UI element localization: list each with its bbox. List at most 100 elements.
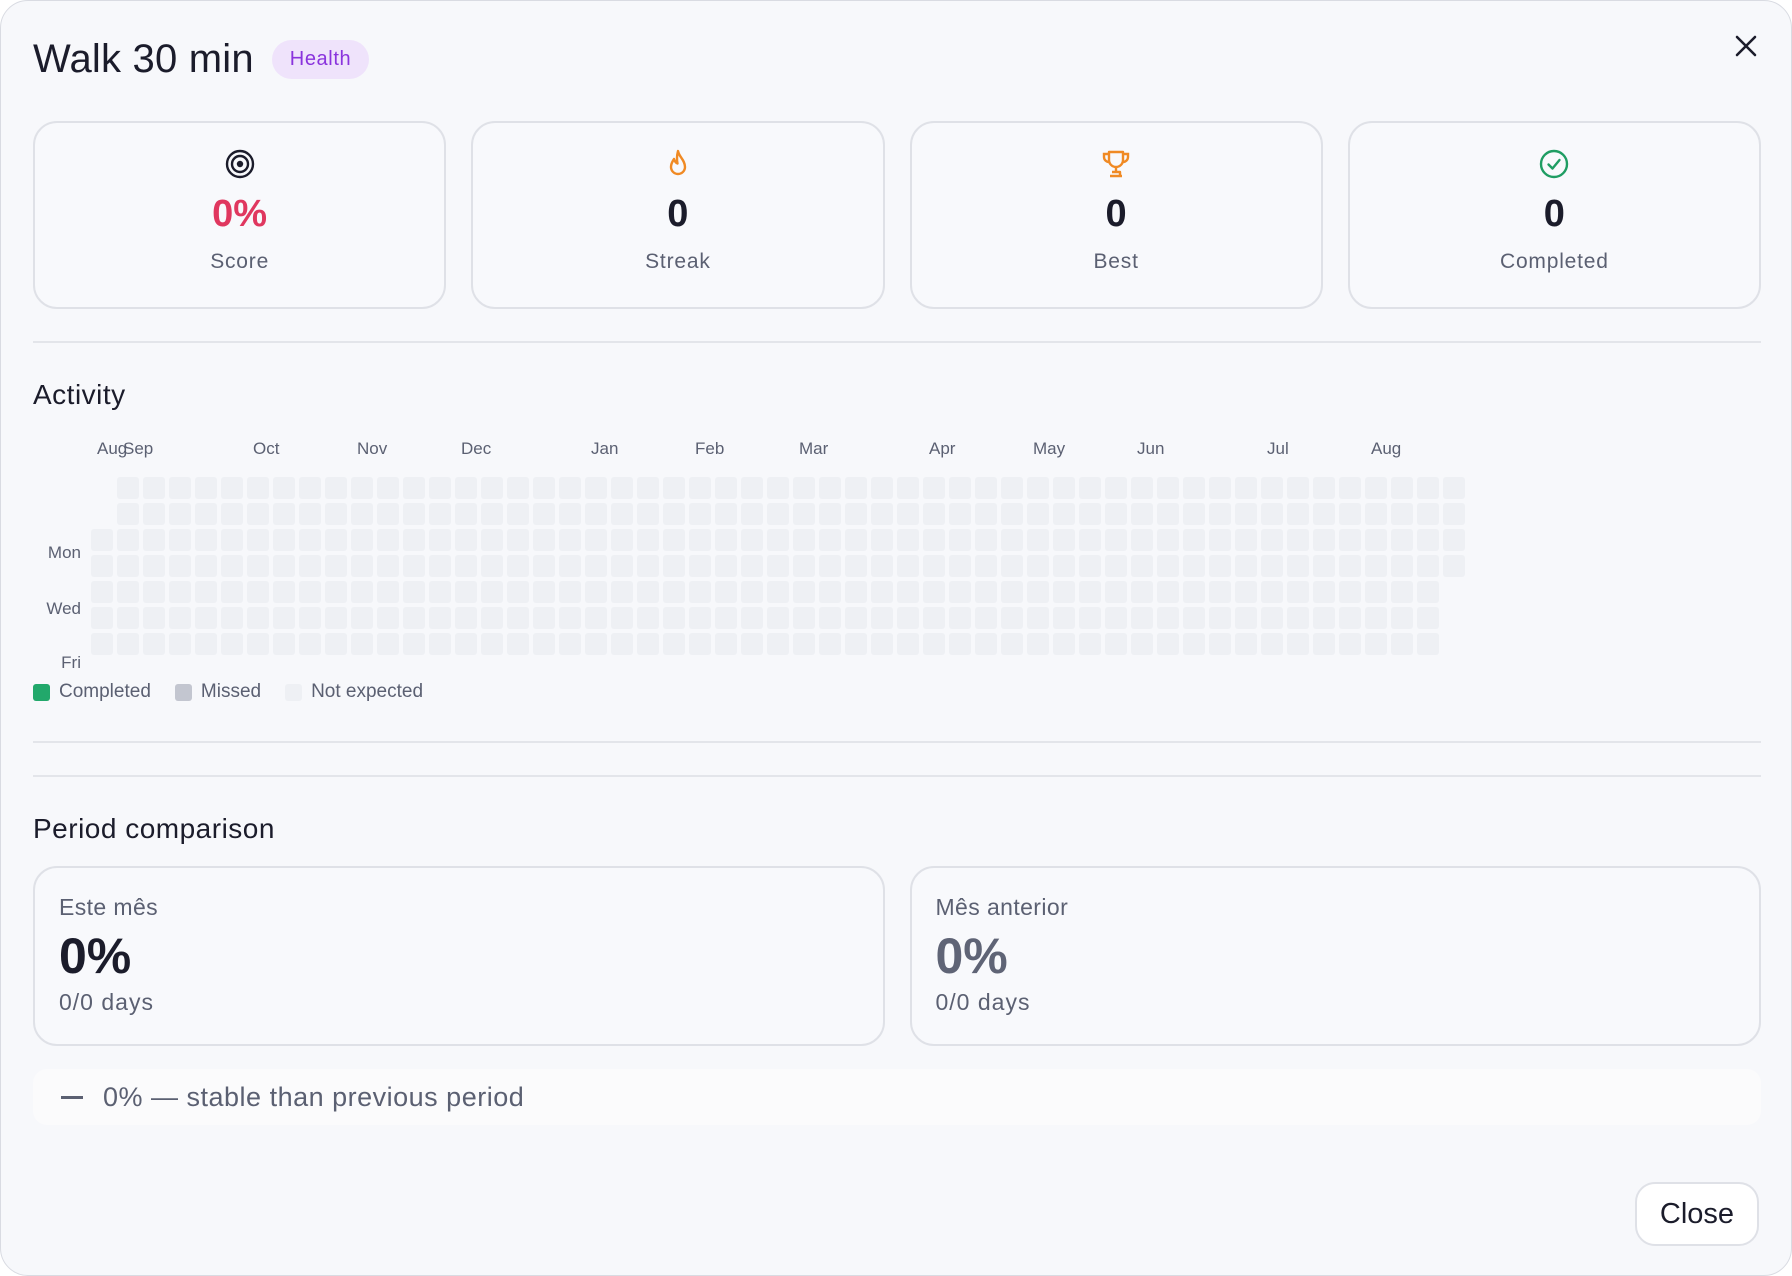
heatmap-cell [1131,503,1153,525]
heatmap-cell [195,503,217,525]
heatmap-cell [1235,477,1257,499]
heatmap-cell [559,529,581,551]
month-labels: Aug Sep Oct Nov Dec Jan Feb Mar Apr May … [33,439,1473,463]
heatmap-cell [1105,503,1127,525]
heatmap-cell [1391,503,1413,525]
heatmap-cell [585,555,607,577]
best-value: 0 [1105,193,1127,235]
heatmap-cell [559,633,581,655]
heatmap-cell [143,503,165,525]
heatmap-cell [1157,555,1179,577]
divider [33,775,1761,777]
heatmap-cell [637,477,659,499]
heatmap-cell [559,503,581,525]
heatmap-cell [299,555,321,577]
heatmap-cell [637,607,659,629]
heatmap-cell [481,607,503,629]
heatmap-cell [1053,555,1075,577]
heatmap-cell [767,503,789,525]
heatmap-cell [429,581,451,603]
heatmap-cell [429,503,451,525]
heatmap-cell [975,529,997,551]
heatmap-cell [871,581,893,603]
heatmap-cell [897,529,919,551]
heatmap-cell [897,581,919,603]
heatmap-cell [741,529,763,551]
heatmap-cell [1053,503,1075,525]
heatmap-cell [325,477,347,499]
heatmap-cell [1209,477,1231,499]
heatmap-cell [429,529,451,551]
previous-period-card: Mês anterior 0% 0/0 days [909,866,1761,1046]
heatmap-cell [1209,607,1231,629]
heatmap-cell [195,581,217,603]
heatmap-cell [1157,607,1179,629]
heatmap-cell [273,581,295,603]
heatmap-cell [845,581,867,603]
heatmap-cell [845,555,867,577]
heatmap-cell [1235,529,1257,551]
heatmap-cell [507,503,529,525]
heatmap-cell [1053,607,1075,629]
score-label: Score [210,250,270,273]
heatmap-cell [1313,529,1335,551]
heatmap-cell [975,477,997,499]
heatmap-cell [559,581,581,603]
heatmap-cell [1235,633,1257,655]
heatmap-cell [923,477,945,499]
heatmap-cell [1053,633,1075,655]
heatmap-cell [221,581,243,603]
heatmap-cell [273,477,295,499]
heatmap-cell [117,503,139,525]
check-circle-icon [1538,147,1570,181]
heatmap-cell [767,555,789,577]
heatmap-cell [1079,607,1101,629]
heatmap-cell [949,581,971,603]
heatmap-cell [1131,477,1153,499]
heatmap-cell [585,503,607,525]
heatmap-cell [1417,581,1439,603]
heatmap-cell [273,529,295,551]
heatmap-cell [533,581,555,603]
heatmap-cell [247,555,269,577]
heatmap-cell [845,529,867,551]
heatmap-cell [611,607,633,629]
heatmap-cell [559,555,581,577]
heatmap-cell [1313,477,1335,499]
flame-icon [664,147,692,181]
heatmap-cell [221,555,243,577]
heatmap-cell [793,503,815,525]
heatmap-cell [1287,529,1309,551]
target-icon [224,147,256,181]
heatmap-cell [403,581,425,603]
heatmap-cell [585,477,607,499]
heatmap-cell [1261,503,1283,525]
heatmap-cell [481,581,503,603]
heatmap-cell [299,503,321,525]
heatmap-cell [351,503,373,525]
heatmap-cell [195,529,217,551]
heatmap-cell [429,607,451,629]
heatmap-cell [481,633,503,655]
heatmap-legend: Completed Missed Not expected [33,681,423,703]
heatmap-cell [507,477,529,499]
heatmap-cell [923,503,945,525]
heatmap-cell [1053,477,1075,499]
heatmap-cell [91,581,113,603]
heatmap-cell [169,503,191,525]
heatmap-cell [819,529,841,551]
close-button[interactable]: Close [1635,1182,1759,1246]
heatmap-cell [1001,607,1023,629]
heatmap-cell [481,555,503,577]
heatmap-cell [663,555,685,577]
heatmap-cell [377,607,399,629]
heatmap-cell [195,607,217,629]
heatmap-cell [1079,503,1101,525]
heatmap-cell [1365,529,1387,551]
heatmap-cell [1209,555,1231,577]
close-icon[interactable] [1729,29,1763,63]
heatmap-cell [871,555,893,577]
heatmap-cell [663,477,685,499]
heatmap-cell [1157,477,1179,499]
heatmap-cell [169,529,191,551]
